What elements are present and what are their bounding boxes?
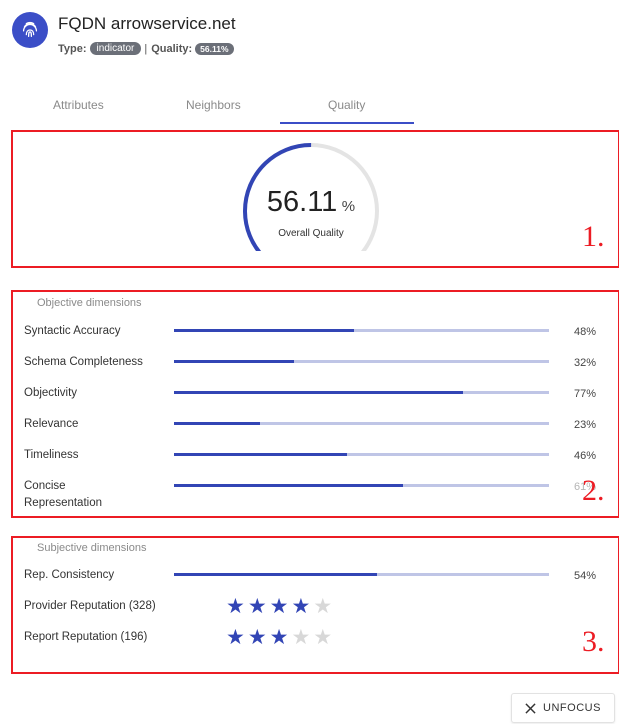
active-tab-indicator xyxy=(280,122,414,124)
dimension-bar-fill xyxy=(174,484,403,487)
dimension-percent: 48% xyxy=(574,326,597,338)
dimension-percent: 54% xyxy=(574,570,597,582)
report-reputation-stars: ★ ★ ★ ★ ★ xyxy=(226,627,335,649)
entity-meta: Type: indicator | Quality: 56.11% xyxy=(58,42,237,55)
overall-value-number: 56.11 xyxy=(266,186,338,218)
close-icon xyxy=(525,702,536,714)
entity-avatar xyxy=(12,12,48,48)
overall-quality-value: 56.11 % xyxy=(236,186,386,219)
tab-quality[interactable]: Quality xyxy=(328,98,365,112)
dimension-label-syntactic-accuracy: Syntactic Accuracy xyxy=(24,325,121,337)
annotation-number-3: 3. xyxy=(582,625,605,658)
subjective-section-title: Subjective dimensions xyxy=(37,542,147,554)
dimension-bar-fill xyxy=(174,391,463,394)
rating-label-report-reputation: Report Reputation (196) xyxy=(24,631,148,643)
star-icon: ★ xyxy=(291,626,311,649)
dimension-bar-fill xyxy=(174,453,347,456)
dimension-label-schema-completeness: Schema Completeness xyxy=(24,356,143,368)
dimension-bar-track xyxy=(174,484,549,487)
star-icon: ★ xyxy=(269,626,289,649)
rating-label-provider-reputation: Provider Reputation (328) xyxy=(24,600,156,612)
dimension-bar-track xyxy=(174,391,549,394)
dimension-bar-track xyxy=(174,453,549,456)
meta-separator: | xyxy=(144,42,148,55)
dimension-percent: 77% xyxy=(574,388,597,400)
overall-value-unit: % xyxy=(341,198,356,215)
type-label: Type: xyxy=(58,42,87,55)
star-icon: ★ xyxy=(226,595,245,618)
dimension-bar-track xyxy=(174,573,549,576)
dimension-percent: 23% xyxy=(574,419,597,431)
dimension-label-relevance: Relevance xyxy=(24,418,79,430)
annotation-number-2: 2. xyxy=(582,474,605,507)
unfocus-button[interactable]: UNFOCUS xyxy=(511,693,615,723)
dimension-bar-track xyxy=(174,360,549,363)
overall-quality-label: Overall Quality xyxy=(278,228,344,239)
unfocus-label: UNFOCUS xyxy=(543,702,601,714)
dimension-bar-track xyxy=(174,329,549,332)
star-icon: ★ xyxy=(291,595,311,618)
dimension-label-timeliness: Timeliness xyxy=(24,449,79,461)
dimension-label-concise-representation: Concise Representation xyxy=(24,480,102,509)
annotation-number-1: 1. xyxy=(582,220,605,253)
entity-title: FQDN arrowservice.net xyxy=(58,14,236,33)
dimension-percent: 46% xyxy=(574,450,597,462)
dimension-bar-fill xyxy=(174,573,377,576)
quality-badge: 56.11% xyxy=(195,42,234,55)
star-icon: ★ xyxy=(313,595,333,618)
dimension-bar-fill xyxy=(174,360,294,363)
tab-attributes[interactable]: Attributes xyxy=(53,98,104,112)
tab-neighbors[interactable]: Neighbors xyxy=(186,98,241,112)
provider-reputation-stars: ★ ★ ★ ★ ★ xyxy=(226,596,335,618)
type-badge: indicator xyxy=(89,42,142,55)
dimension-label-rep-consistency: Rep. Consistency xyxy=(24,569,115,581)
dimension-bar-fill xyxy=(174,329,354,332)
star-icon: ★ xyxy=(247,626,267,649)
dimension-label-objectivity: Objectivity xyxy=(24,387,78,399)
dimension-bar-fill xyxy=(174,422,261,425)
star-icon: ★ xyxy=(247,595,267,618)
star-icon: ★ xyxy=(269,595,289,618)
star-icon: ★ xyxy=(226,626,245,649)
dimension-bar-track xyxy=(174,422,549,425)
star-icon: ★ xyxy=(313,626,333,649)
objective-section-title: Objective dimensions xyxy=(37,297,142,309)
quality-label: Quality: xyxy=(151,42,193,55)
fingerprint-icon xyxy=(22,21,38,38)
dimension-percent: 32% xyxy=(574,357,597,369)
